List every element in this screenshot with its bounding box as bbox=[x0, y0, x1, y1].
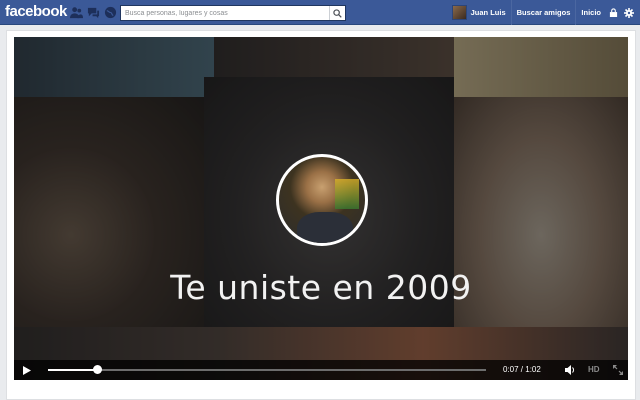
search-bar bbox=[120, 5, 346, 21]
background-flag bbox=[335, 179, 359, 209]
fullscreen-icon[interactable] bbox=[612, 364, 624, 376]
facebook-logo[interactable]: facebook bbox=[5, 3, 67, 20]
privacy-shortcuts-button[interactable] bbox=[606, 0, 621, 25]
profile-figure bbox=[297, 212, 353, 243]
search-input[interactable] bbox=[121, 6, 329, 20]
messages-icon[interactable] bbox=[87, 6, 100, 19]
profile-picture-circle bbox=[276, 154, 368, 246]
hd-toggle-button[interactable]: HD bbox=[588, 365, 600, 374]
profile-link[interactable]: Juan Luis bbox=[446, 0, 511, 25]
home-link[interactable]: Inicio bbox=[575, 0, 606, 25]
progress-fill bbox=[48, 369, 98, 371]
privacy-lock-icon bbox=[609, 8, 618, 17]
account-settings-button[interactable] bbox=[621, 0, 636, 25]
progress-track[interactable] bbox=[48, 369, 486, 371]
top-nav-links: Juan Luis Buscar amigos Inicio bbox=[446, 0, 640, 25]
progress-scrubber-handle[interactable] bbox=[92, 365, 102, 374]
notifications-globe-icon[interactable] bbox=[104, 6, 117, 19]
time-display: 0:07 / 1:02 bbox=[503, 365, 541, 374]
friend-requests-icon[interactable] bbox=[70, 6, 83, 19]
find-friends-link[interactable]: Buscar amigos bbox=[510, 0, 576, 25]
notification-jewels bbox=[70, 6, 117, 19]
play-icon bbox=[23, 365, 31, 375]
top-navigation-bar: facebook Juan Luis Buscar amigos Inicio bbox=[0, 0, 640, 25]
lookback-video-player[interactable]: Te uniste en 2009 0:07 / 1:02 HD bbox=[14, 37, 628, 380]
avatar bbox=[451, 5, 467, 20]
volume-icon[interactable] bbox=[564, 364, 576, 376]
search-button[interactable] bbox=[329, 6, 345, 20]
settings-gear-icon bbox=[623, 7, 634, 18]
video-controls-bar: 0:07 / 1:02 HD bbox=[14, 360, 628, 380]
play-button[interactable] bbox=[14, 360, 40, 380]
video-headline: Te uniste en 2009 bbox=[170, 268, 472, 307]
search-icon bbox=[333, 8, 342, 18]
profile-name: Juan Luis bbox=[470, 8, 506, 17]
